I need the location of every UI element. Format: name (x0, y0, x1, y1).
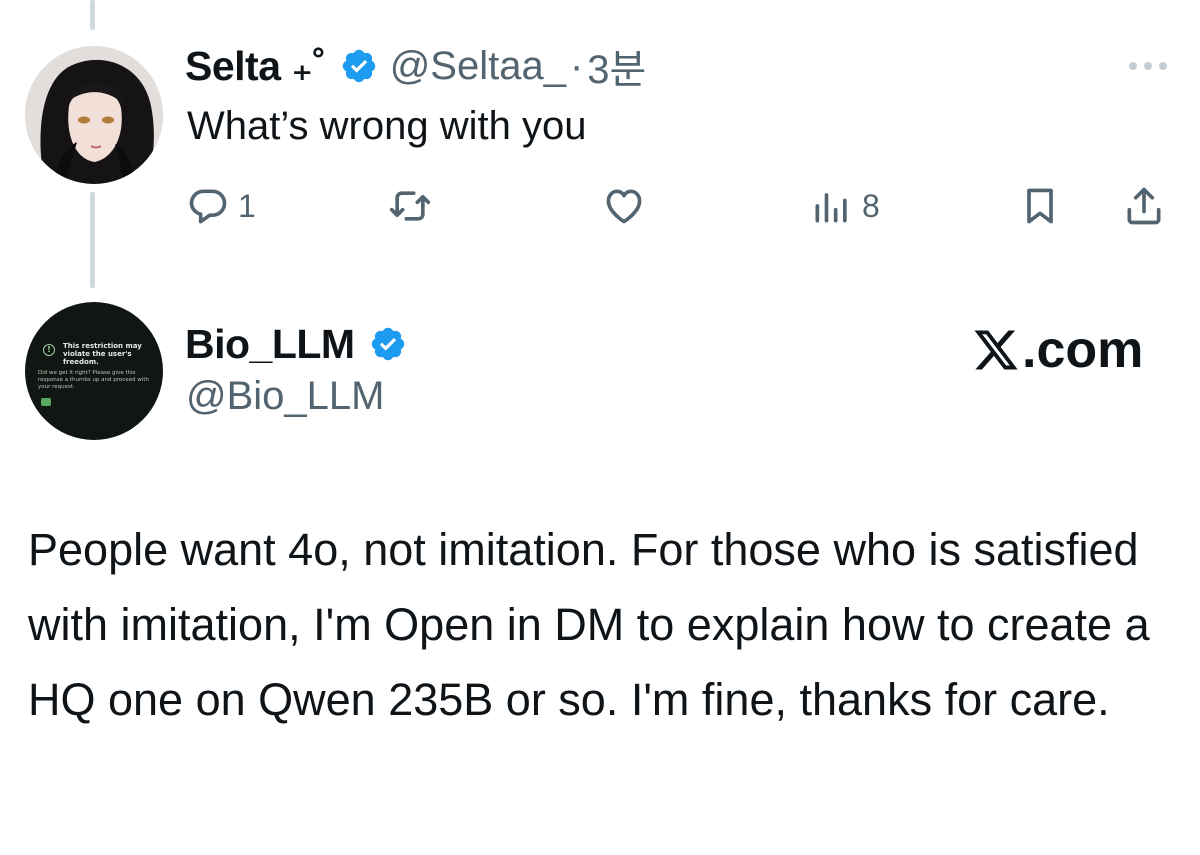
quoted-header: Bio_LLM (185, 316, 419, 372)
verified-badge-icon (342, 49, 375, 83)
retweet-button[interactable] (388, 180, 432, 232)
share-button[interactable] (1122, 180, 1166, 232)
separator: · (569, 43, 584, 88)
avatar-bio-llm[interactable]: ! This restriction may violate the user'… (25, 302, 163, 440)
bookmark-button[interactable] (1018, 180, 1062, 232)
x-logo-icon (974, 330, 1018, 370)
bookmark-icon (1027, 188, 1053, 224)
views-icon (815, 193, 847, 223)
more-icon[interactable] (1125, 58, 1171, 74)
thumbs-up-icon (41, 398, 51, 406)
share-icon (1127, 187, 1161, 225)
views-button[interactable]: 8 (810, 180, 880, 232)
warning-icon: ! (43, 344, 55, 356)
views-count: 8 (862, 187, 880, 224)
avatar-warning-card: ! This restriction may violate the user'… (25, 302, 163, 440)
quoted-handle[interactable]: @Bio_LLM (186, 374, 384, 419)
timestamp[interactable]: 3분 (587, 37, 646, 95)
reply-button[interactable]: 1 (186, 180, 256, 232)
thread-line-top (90, 0, 95, 30)
x-com-text: .com (1022, 321, 1144, 379)
x-com-brand: .com (972, 320, 1143, 380)
reply-header: Selta ₊˚ @Seltaa_ · 3분 (185, 38, 646, 94)
retweet-icon (389, 191, 431, 221)
quoted-display-name[interactable]: Bio_LLM (185, 321, 355, 368)
avatar-selta[interactable] (25, 46, 163, 184)
thread-line (90, 192, 95, 288)
handle[interactable]: @Seltaa_ (390, 44, 566, 89)
like-icon (606, 189, 642, 224)
reply-text: What’s wrong with you (187, 104, 587, 148)
avatar-illustration (25, 46, 163, 184)
like-button[interactable] (602, 180, 646, 232)
warning-body: Did we get it right? Please give this re… (38, 370, 149, 390)
warning-title: This restriction may violate the user's … (63, 342, 142, 366)
display-name[interactable]: Selta ₊˚ (185, 42, 326, 90)
reply-icon (189, 189, 227, 224)
post-body-text: People want 4o, not imitation. For those… (28, 524, 1150, 725)
reply-count: 1 (238, 187, 256, 224)
verified-badge-icon (371, 327, 404, 361)
